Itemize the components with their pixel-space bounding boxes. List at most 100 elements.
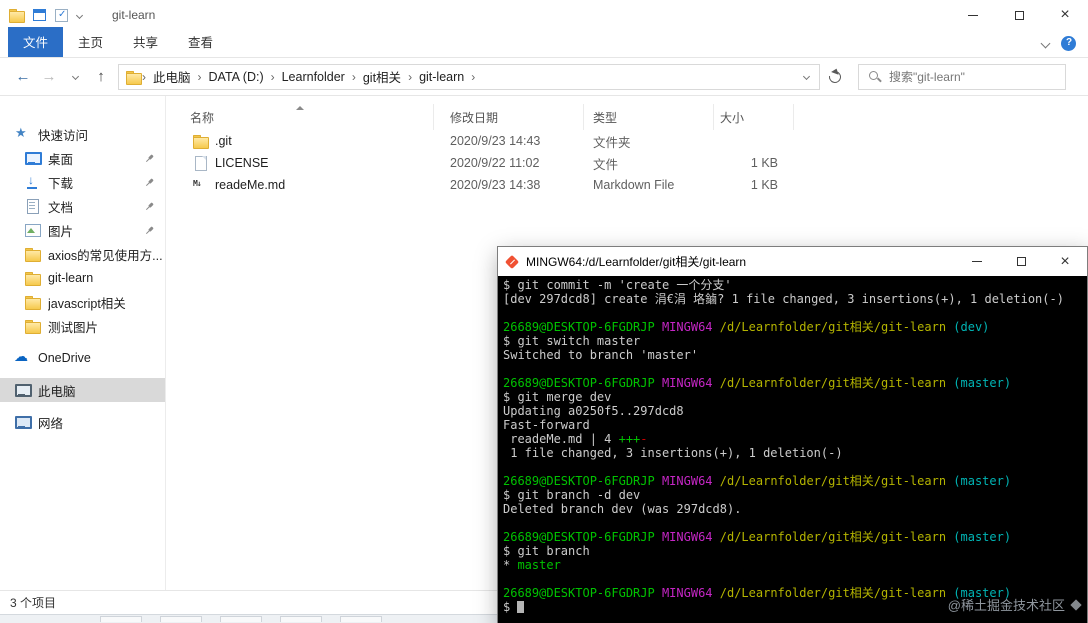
sidebar-item-pictures[interactable]: 图片 — [0, 218, 165, 242]
terminal-line: [dev 297dcd8] create 涓€涓 垎鏀? 1 file chan… — [503, 292, 1064, 306]
file-icon — [192, 155, 208, 171]
pictures-icon — [24, 222, 41, 238]
properties-icon[interactable] — [33, 9, 46, 21]
column-header-name[interactable]: 名称 — [166, 104, 434, 130]
star-icon — [14, 125, 30, 142]
terminal-minimize-button[interactable] — [955, 247, 999, 276]
sidebar-item-downloads[interactable]: 下载 — [0, 170, 165, 194]
refresh-button[interactable] — [820, 64, 850, 90]
file-name: LICENSE — [215, 156, 269, 170]
history-dropdown-button[interactable] — [62, 64, 88, 90]
quick-access-toolbar — [8, 7, 84, 23]
computer-icon — [14, 382, 32, 398]
taskbar-item[interactable] — [220, 616, 262, 622]
onedrive-icon — [14, 348, 30, 366]
file-type: 文件夹 — [593, 135, 631, 150]
juejin-logo-icon — [1069, 598, 1083, 612]
terminal-line: Fast-forward — [503, 418, 590, 432]
close-icon — [1060, 253, 1069, 271]
minimize-button[interactable] — [950, 0, 996, 30]
column-header-type[interactable]: 类型 — [584, 104, 714, 130]
breadcrumb-item[interactable]: DATA (D:) — [203, 70, 270, 84]
taskbar-item[interactable] — [160, 616, 202, 622]
address-dropdown-icon[interactable] — [802, 72, 811, 81]
back-button[interactable] — [10, 64, 36, 90]
column-header-size[interactable]: 大小 — [714, 104, 794, 130]
network-icon — [14, 414, 32, 430]
explorer-folder-icon — [8, 7, 25, 23]
forward-button[interactable] — [36, 64, 62, 90]
minimize-icon — [972, 261, 982, 262]
sidebar-item-documents[interactable]: 文档 — [0, 194, 165, 218]
sidebar-item-axios-folder[interactable]: axios的常见使用方... — [0, 242, 165, 266]
file-name: .git — [215, 134, 232, 148]
file-name-cell: .git — [166, 133, 434, 149]
terminal-line: 26689@DESKTOP-6FGDRJP MINGW64 /d/Learnfo… — [503, 320, 990, 334]
terminal-line: 1 file changed, 3 insertions(+), 1 delet… — [503, 446, 843, 460]
maximize-button[interactable] — [996, 0, 1042, 30]
sidebar-item-test-images-folder[interactable]: 测试图片 — [0, 314, 165, 338]
taskbar-item[interactable] — [100, 616, 142, 622]
terminal-maximize-button[interactable] — [999, 247, 1043, 276]
file-row[interactable]: .git 2020/9/23 14:43 文件夹 — [166, 130, 1088, 152]
taskbar-item[interactable] — [280, 616, 322, 622]
desktop-icon — [24, 150, 42, 166]
address-bar[interactable]: › 此电脑 › DATA (D:) › Learnfolder › git相关 › git-lea… — [118, 63, 820, 90]
terminal-output[interactable]: $ git commit -m 'create 一个分支' [dev 297dcd… — [498, 276, 1087, 623]
sidebar-item-desktop[interactable]: 桌面 — [0, 146, 165, 170]
ribbon-tab-share[interactable]: 共享 — [118, 27, 173, 57]
ribbon-tab-view[interactable]: 查看 — [173, 27, 228, 57]
file-row[interactable]: readeMe.md 2020/9/23 14:38 Markdown File 1 … — [166, 174, 1088, 196]
file-name-cell: readeMe.md — [166, 177, 434, 193]
ribbon-tab-file[interactable]: 文件 — [8, 27, 64, 57]
qat-dropdown-icon[interactable] — [75, 11, 84, 19]
search-box — [858, 63, 1066, 90]
sort-ascending-icon — [295, 106, 304, 110]
breadcrumb-item[interactable]: git-learn — [413, 70, 470, 84]
help-icon[interactable] — [1061, 36, 1076, 51]
up-arrow-icon — [97, 68, 105, 85]
file-date: 2020/9/22 11:02 — [450, 156, 540, 170]
screen: git-learn 文件主页共享查看 ›此电脑›DATA (D:)›Learnf… — [0, 0, 1088, 623]
folder-icon — [192, 133, 209, 149]
watermark: @稀土掘金技术社区 — [948, 595, 1083, 614]
up-button[interactable] — [88, 64, 114, 90]
sidebar-item-label: 桌面 — [48, 152, 74, 167]
ribbon-expand-icon[interactable] — [1040, 38, 1051, 49]
terminal-line: Updating a0250f5..297dcd8 — [503, 404, 684, 418]
terminal-line: Switched to branch 'master' — [503, 348, 699, 362]
breadcrumb-chevron-icon[interactable]: › — [470, 70, 476, 84]
new-item-check-icon[interactable] — [55, 8, 68, 22]
column-header-date[interactable]: 修改日期 — [434, 104, 584, 130]
terminal-line: $ git switch master — [503, 334, 641, 348]
terminal-line: 26689@DESKTOP-6FGDRJP MINGW64 /d/Learnfo… — [503, 376, 1012, 390]
sidebar-item-javascript-folder[interactable]: javascript相关 — [0, 290, 165, 314]
sidebar-item-label: git-learn — [48, 271, 94, 285]
sidebar-item-onedrive[interactable]: OneDrive — [0, 346, 165, 370]
terminal-close-button[interactable] — [1043, 247, 1087, 276]
search-icon — [868, 70, 882, 84]
watermark-text: @稀土掘金技术社区 — [947, 598, 1065, 613]
sidebar-item-label: 此电脑 — [38, 384, 76, 399]
sidebar-item-git-learn-folder[interactable]: git-learn — [0, 266, 165, 290]
sidebar-item-quick-access[interactable]: 快速访问 — [0, 122, 165, 146]
file-row[interactable]: LICENSE 2020/9/22 11:02 文件 1 KB — [166, 152, 1088, 174]
terminal-titlebar[interactable]: MINGW64:/d/Learnfolder/git相关/git-learn — [498, 247, 1087, 276]
taskbar-item[interactable] — [340, 616, 382, 622]
breadcrumb-item[interactable]: 此电脑 — [147, 67, 197, 86]
file-name: readeMe.md — [215, 178, 286, 192]
close-button[interactable] — [1042, 0, 1088, 30]
maximize-icon — [1016, 257, 1026, 266]
sidebar-item-network[interactable]: 网络 — [0, 410, 165, 434]
breadcrumb-item[interactable]: Learnfolder — [276, 70, 351, 84]
terminal-line: readeMe.md | 4 +++- — [503, 432, 648, 446]
breadcrumb-item[interactable]: git相关 — [357, 67, 407, 86]
download-icon — [24, 173, 40, 190]
ribbon-tabstrip: 文件 主页 共享 查看 — [0, 27, 1088, 58]
ribbon-tab-home[interactable]: 主页 — [63, 27, 118, 57]
sidebar-item-this-pc[interactable]: 此电脑 — [0, 378, 165, 402]
terminal-line: $ git merge dev — [503, 390, 612, 404]
search-input[interactable] — [889, 69, 1056, 84]
forward-arrow-icon — [42, 68, 57, 85]
